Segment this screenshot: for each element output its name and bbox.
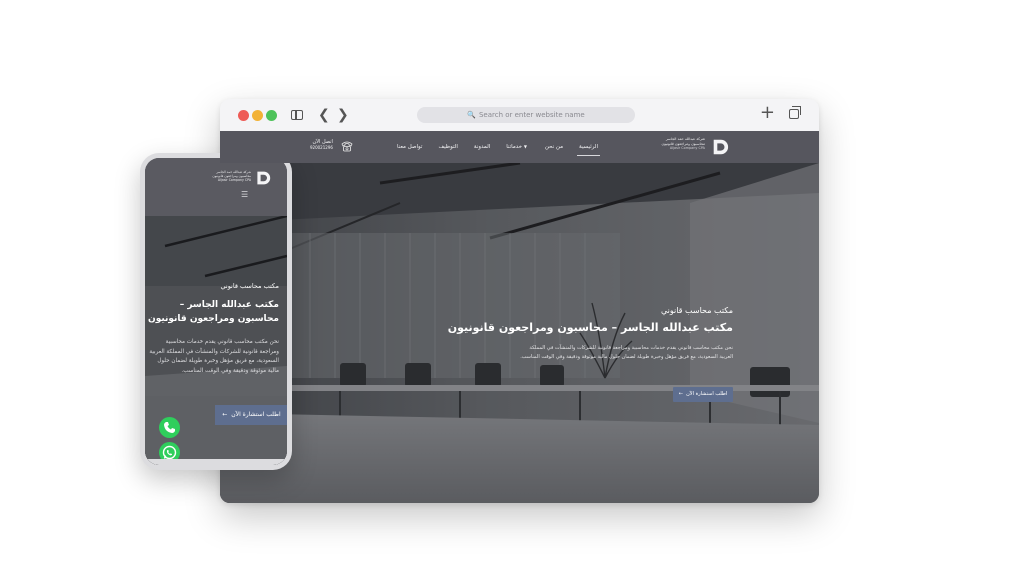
mobile-hero-title: مكتب عبدالله الجاسر – محاسبون ومراجعون ق…: [148, 300, 279, 324]
consultation-button[interactable]: اطلب استشارة الآن ←: [673, 387, 733, 402]
forward-icon[interactable]: ❯: [337, 106, 349, 124]
phone-bottom-bezel: [145, 459, 287, 465]
tabs-icon[interactable]: [789, 106, 801, 119]
mobile-logo-text: شركة عبدالله حمد الجاسر محاسبون ومراجعون…: [205, 170, 251, 183]
mobile-consultation-button[interactable]: اطلب استشارة الآن ←: [215, 405, 287, 425]
hero-description: نحن مكتب محاسب قانوني يقدم خدمات محاسبية…: [520, 345, 733, 360]
back-icon[interactable]: ❮: [318, 106, 330, 124]
mobile-logo-icon[interactable]: [255, 170, 271, 186]
mobile-logo-english-line: Aljasir Company CPA: [217, 178, 251, 183]
hero-title: مكتب عبدالله الجاسر – محاسبون ومراجعون ق…: [447, 321, 733, 334]
hero-section: مكتب محاسب قانوني مكتب عبدالله الجاسر – …: [220, 163, 819, 503]
browser-toolbar: ❮ ❯ 🔍 Search or enter website name +: [220, 99, 819, 132]
nav-item-home[interactable]: الرئيسية: [571, 144, 606, 156]
mobile-hero-content: مكتب محاسب قانوني مكتب عبدالله الجاسر – …: [147, 282, 279, 382]
mobile-consultation-button-label: اطلب استشارة الآن: [231, 411, 281, 418]
call-now[interactable]: اتصل الآن 920021296: [310, 139, 333, 150]
mobile-phone-mockup: شركة عبدالله حمد الجاسر محاسبون ومراجعون…: [140, 153, 292, 470]
nav-item-contact[interactable]: تواصل معنا: [389, 144, 430, 150]
mobile-screen: شركة عبدالله حمد الجاسر محاسبون ومراجعون…: [145, 158, 287, 465]
chevron-down-icon: ▼: [523, 144, 527, 149]
nav-item-about[interactable]: من نحن: [537, 144, 571, 150]
minimize-window-button[interactable]: [252, 110, 263, 121]
mobile-header: شركة عبدالله حمد الجاسر محاسبون ومراجعون…: [145, 158, 287, 216]
desktop-browser-mockup: ❮ ❯ 🔍 Search or enter website name + شركة…: [220, 99, 819, 503]
mobile-hero-eyebrow: مكتب محاسب قانوني: [220, 282, 279, 290]
address-placeholder: Search or enter website name: [478, 111, 585, 119]
consultation-button-label: اطلب استشارة الآن: [686, 391, 728, 397]
hamburger-menu-icon[interactable]: ☰: [241, 190, 248, 199]
nav-item-services[interactable]: خدماتنا ▼: [498, 144, 537, 150]
sidebar-icon[interactable]: [291, 110, 303, 120]
website-viewport: شركة عبدالله حمد الجاسر محاسبون ومراجعون…: [220, 131, 819, 503]
call-now-number: 920021296: [310, 145, 333, 150]
hero-eyebrow: مكتب محاسب قانوني: [660, 306, 733, 315]
mobile-hero-description: نحن مكتب محاسب قانوني يقدم خدمات محاسبية…: [149, 339, 279, 374]
arrow-left-icon: ←: [678, 391, 685, 397]
logo-english-line: Aljasir Company CPA: [669, 146, 705, 151]
maximize-window-button[interactable]: [266, 110, 277, 121]
search-icon: 🔍: [467, 111, 476, 119]
nav-item-careers[interactable]: التوظيف: [430, 144, 465, 150]
phone-icon: [164, 422, 175, 433]
logo-text: شركة عبدالله حمد الجاسر محاسبون ومراجعون…: [645, 137, 705, 151]
mobile-arrow-left-icon: ←: [222, 411, 230, 418]
logo-icon[interactable]: [711, 138, 729, 156]
hero-content: مكتب محاسب قانوني مكتب عبدالله الجاسر – …: [443, 306, 733, 366]
phone-call-button[interactable]: [159, 417, 180, 438]
main-navigation: الرئيسية من نحن خدماتنا ▼ المدونة التوظي…: [389, 131, 606, 163]
nav-item-services-label: خدماتنا: [506, 144, 523, 150]
address-bar[interactable]: 🔍 Search or enter website name: [417, 107, 635, 123]
telephone-icon[interactable]: [340, 139, 354, 153]
nav-item-blog[interactable]: المدونة: [466, 144, 498, 150]
plus-icon[interactable]: +: [760, 104, 775, 122]
site-header: شركة عبدالله حمد الجاسر محاسبون ومراجعون…: [220, 131, 819, 163]
close-window-button[interactable]: [238, 110, 249, 121]
